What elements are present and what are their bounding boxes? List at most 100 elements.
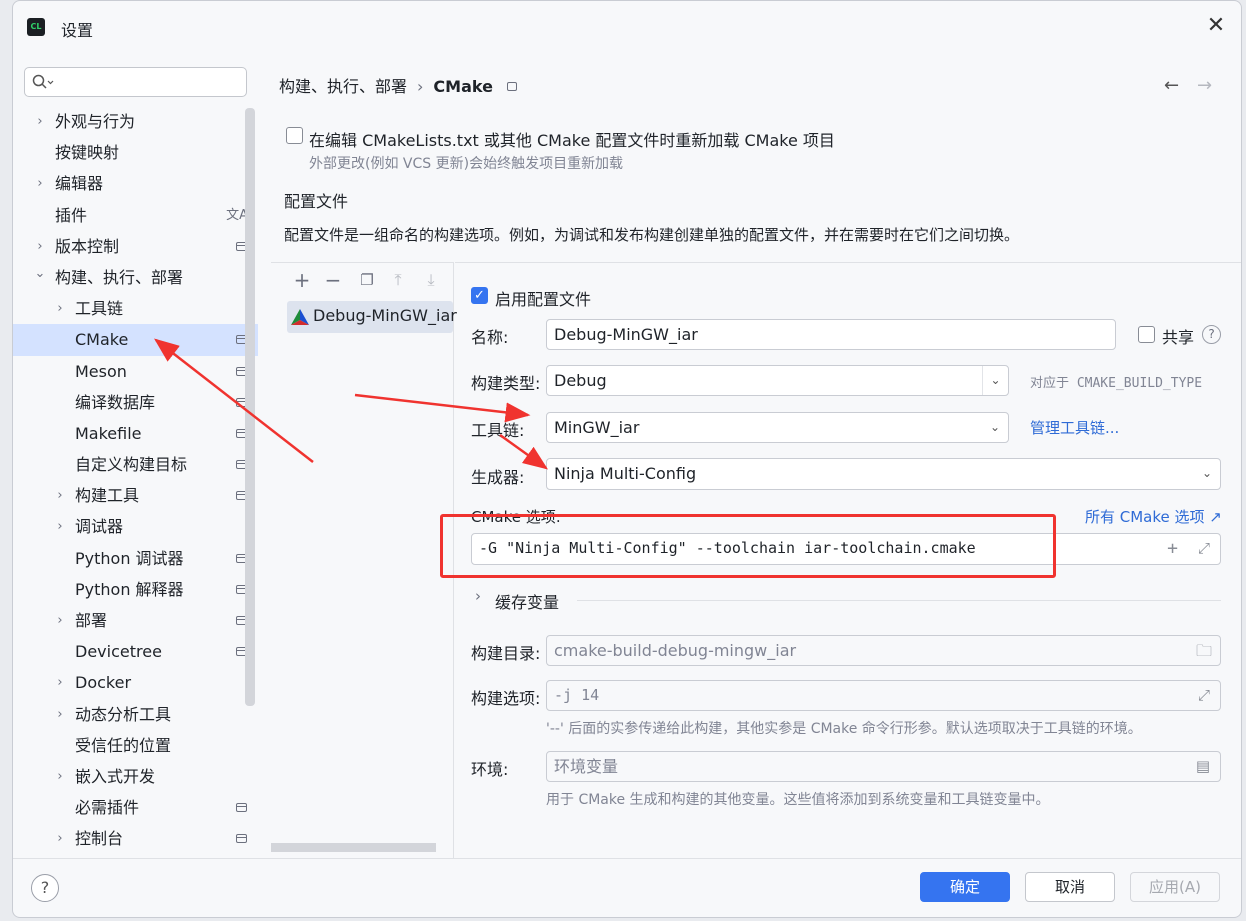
add-icon[interactable]: + bbox=[1167, 534, 1178, 563]
cancel-button[interactable]: 取消 bbox=[1025, 872, 1115, 902]
window-title: 设置 bbox=[61, 21, 94, 40]
folder-icon[interactable]: 🗀 bbox=[1196, 636, 1212, 665]
sidebar-item[interactable]: Meson bbox=[13, 356, 258, 387]
enable-profile-checkbox[interactable]: ✓ bbox=[471, 287, 488, 304]
search-input[interactable] bbox=[24, 67, 247, 97]
sidebar-item[interactable]: › 控制台 bbox=[13, 823, 258, 854]
sidebar-item[interactable]: › 构建工具 bbox=[13, 480, 258, 511]
ok-button[interactable]: 确定 bbox=[920, 872, 1010, 902]
profiles-list-panel: + − ❐ ⤒ ⤓ Debug-MinGW_iar bbox=[271, 262, 457, 858]
sidebar-item[interactable]: › 工具链 bbox=[13, 293, 258, 324]
generator-label: 生成器: bbox=[471, 468, 525, 487]
remove-profile-icon[interactable]: − bbox=[322, 269, 344, 291]
manage-toolchains-link[interactable]: 管理工具链... bbox=[1030, 417, 1119, 438]
sidebar-item-label: 按键映射 bbox=[55, 143, 120, 163]
sidebar-item-label: Python 解释器 bbox=[75, 579, 184, 599]
edit-environment-icon[interactable]: ▤ bbox=[1196, 752, 1210, 781]
sidebar-item[interactable]: › Docker bbox=[13, 667, 258, 698]
profiles-scrollbar[interactable] bbox=[271, 843, 436, 852]
share-checkbox[interactable] bbox=[1138, 326, 1155, 343]
chevron-right-icon[interactable]: › bbox=[54, 605, 66, 636]
sidebar-item[interactable]: CMake bbox=[13, 324, 258, 356]
cmake-icon bbox=[291, 309, 309, 325]
expand-icon[interactable]: ⤢ bbox=[1198, 681, 1210, 710]
back-arrow-icon[interactable]: ← bbox=[1164, 75, 1179, 96]
sidebar-item[interactable]: Python 调试器 bbox=[13, 543, 258, 574]
build-dir-label: 构建目录: bbox=[471, 644, 541, 663]
chevron-right-icon[interactable]: › bbox=[475, 587, 481, 605]
sidebar-item[interactable]: 编译数据库 bbox=[13, 387, 258, 418]
sidebar-item[interactable]: 插件 文A bbox=[13, 200, 258, 231]
sidebar-item[interactable]: › 部署 bbox=[13, 605, 258, 636]
share-help-icon[interactable]: ? bbox=[1202, 325, 1221, 344]
title-bar: CL 设置 ✕ bbox=[13, 1, 1241, 53]
enable-profile-label: 启用配置文件 bbox=[495, 290, 592, 309]
sidebar-item[interactable]: 必需插件 bbox=[13, 792, 258, 823]
sidebar-item[interactable]: 自定义构建目标 bbox=[13, 449, 258, 480]
chevron-right-icon[interactable]: › bbox=[54, 823, 66, 854]
sidebar-scrollbar[interactable] bbox=[245, 108, 255, 706]
sidebar-item[interactable]: › 嵌入式开发 bbox=[13, 761, 258, 792]
help-button[interactable]: ? bbox=[31, 874, 59, 902]
apply-button[interactable]: 应用(A) bbox=[1130, 872, 1220, 902]
sidebar-item[interactable]: › 调试器 bbox=[13, 511, 258, 542]
build-options-input[interactable]: -j 14 ⤢ bbox=[546, 680, 1221, 711]
all-cmake-options-link[interactable]: 所有 CMake 选项 ↗ bbox=[1085, 506, 1222, 527]
settings-sidebar: › 外观与行为按键映射 › 编辑器 插件 文A › 版本控制 ⌄ 构建、执行、部署 › 工具链 CMak… bbox=[13, 53, 271, 858]
chevron-right-icon[interactable]: › bbox=[54, 761, 66, 792]
build-dir-input[interactable]: cmake-build-debug-mingw_iar 🗀 bbox=[546, 635, 1221, 666]
copy-profile-icon[interactable]: ❐ bbox=[356, 269, 378, 291]
share-label: 共享 bbox=[1162, 328, 1195, 347]
chevron-down-icon[interactable]: ⌄ bbox=[1194, 459, 1220, 488]
expand-icon[interactable]: ⤢ bbox=[1198, 534, 1210, 563]
sidebar-item[interactable]: › 版本控制 bbox=[13, 231, 258, 262]
reload-checkbox[interactable] bbox=[286, 127, 303, 144]
build-options-hint: '--' 后面的实参传递给此构建，其他实参是 CMake 命令行形参。默认选项取… bbox=[546, 721, 1142, 737]
chevron-right-icon[interactable]: › bbox=[54, 667, 66, 698]
project-scope-icon bbox=[506, 82, 517, 91]
chevron-right-icon[interactable]: › bbox=[54, 480, 66, 511]
add-profile-icon[interactable]: + bbox=[291, 269, 313, 291]
move-down-icon[interactable]: ⤓ bbox=[420, 269, 442, 291]
profiles-section-description: 配置文件是一组命名的构建选项。例如，为调试和发布构建创建单独的配置文件，并在需要… bbox=[284, 226, 1020, 244]
sidebar-item[interactable]: Makefile bbox=[13, 418, 258, 449]
sidebar-item-label: 控制台 bbox=[75, 829, 124, 849]
sidebar-item-label: 嵌入式开发 bbox=[75, 766, 156, 786]
sidebar-item[interactable]: Devicetree bbox=[13, 636, 258, 667]
sidebar-item-label: 插件 bbox=[55, 205, 88, 225]
environment-input[interactable]: 环境变量 ▤ bbox=[546, 751, 1221, 782]
forward-arrow-icon[interactable]: → bbox=[1197, 75, 1212, 96]
breadcrumb-parent[interactable]: 构建、执行、部署 bbox=[279, 77, 407, 96]
chevron-right-icon[interactable]: › bbox=[54, 511, 66, 542]
profile-list-item[interactable]: Debug-MinGW_iar bbox=[287, 301, 457, 333]
sidebar-item[interactable]: › 动态分析工具 bbox=[13, 699, 258, 730]
chevron-right-icon[interactable]: › bbox=[34, 168, 46, 199]
sidebar-item-label: Makefile bbox=[75, 423, 142, 443]
close-icon[interactable]: ✕ bbox=[1205, 15, 1227, 37]
cache-variables-label[interactable]: 缓存变量 bbox=[495, 589, 559, 613]
chevron-down-icon[interactable]: ⌄ bbox=[982, 366, 1008, 395]
sidebar-item[interactable]: › 外观与行为 bbox=[13, 106, 258, 137]
chevron-right-icon[interactable]: › bbox=[54, 293, 66, 324]
chevron-down-icon[interactable]: ⌄ bbox=[982, 413, 1008, 442]
sidebar-item[interactable]: 受信任的位置 bbox=[13, 730, 258, 761]
sidebar-item[interactable]: Python 解释器 bbox=[13, 574, 258, 605]
generator-combobox[interactable]: Ninja Multi-Config ⌄ bbox=[546, 458, 1221, 490]
cmake-options-input[interactable]: -G "Ninja Multi-Config" --toolchain iar-… bbox=[471, 533, 1221, 565]
sidebar-item-label: 受信任的位置 bbox=[75, 735, 172, 755]
chevron-right-icon[interactable]: › bbox=[34, 106, 46, 137]
chevron-right-icon[interactable]: › bbox=[54, 699, 66, 730]
sidebar-item-label: 动态分析工具 bbox=[75, 704, 172, 724]
breadcrumb: 构建、执行、部署 › CMake bbox=[279, 73, 517, 97]
build-type-combobox[interactable]: Debug ⌄ bbox=[546, 365, 1009, 396]
toolchain-label: 工具链: bbox=[471, 421, 525, 440]
name-input[interactable]: Debug-MinGW_iar bbox=[546, 319, 1116, 350]
reload-label: 在编辑 CMakeLists.txt 或其他 CMake 配置文件时重新加载 C… bbox=[309, 131, 835, 150]
toolchain-combobox[interactable]: MinGW_iar ⌄ bbox=[546, 412, 1009, 443]
move-up-icon[interactable]: ⤒ bbox=[387, 269, 409, 291]
sidebar-item-label: 构建工具 bbox=[75, 486, 140, 506]
chevron-down-icon[interactable]: ⌄ bbox=[34, 258, 46, 289]
sidebar-item[interactable]: ⌄ 构建、执行、部署 bbox=[13, 262, 258, 293]
sidebar-item[interactable]: › 编辑器 bbox=[13, 168, 258, 199]
sidebar-item[interactable]: 按键映射 bbox=[13, 137, 258, 168]
